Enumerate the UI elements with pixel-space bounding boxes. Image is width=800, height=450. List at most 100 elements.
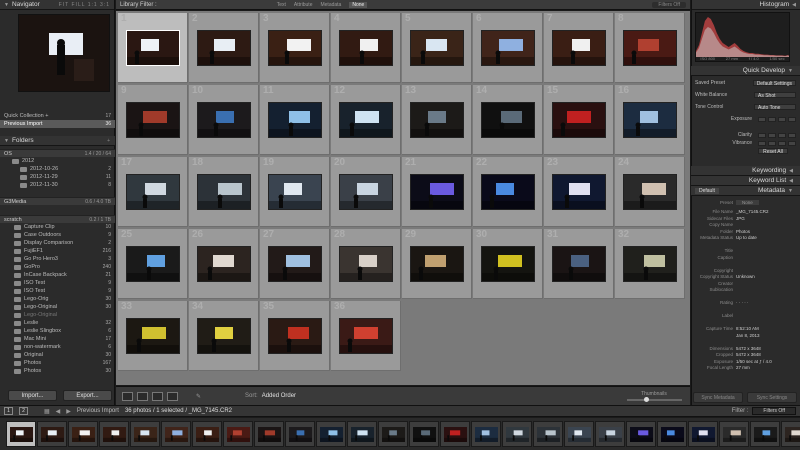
export-button[interactable]: Export... — [63, 390, 112, 401]
grid-cell[interactable]: 27 — [260, 229, 330, 299]
filmstrip-thumbnail[interactable] — [754, 427, 777, 442]
filmstrip-thumbnail[interactable] — [785, 427, 800, 442]
metadata-header[interactable]: Default Metadata ▼ — [691, 186, 800, 196]
keywording-header[interactable]: Keywording ◀ — [691, 166, 800, 176]
metadata-value[interactable]: 5472 x 3648 — [736, 346, 761, 351]
quick-develop-header[interactable]: Quick Develop ▼ — [691, 66, 800, 76]
grid-cell[interactable]: 17 — [118, 157, 188, 227]
grid-cell[interactable]: 19 — [260, 157, 330, 227]
folder-row[interactable]: Lego-Original — [0, 311, 115, 319]
survey-view-icon[interactable] — [167, 391, 178, 401]
histogram-header[interactable]: Histogram ◀ — [692, 0, 800, 10]
metadata-value[interactable]: Jan 8, 2013 — [736, 333, 760, 338]
filmstrip-thumbnail[interactable] — [599, 427, 622, 442]
grid-cell[interactable]: 32 — [615, 229, 685, 299]
photo-thumbnail[interactable] — [268, 30, 322, 66]
folder-row[interactable]: Capture Clip 10 — [0, 223, 115, 231]
grid-cell[interactable]: 12 — [331, 85, 401, 155]
filter-option-text[interactable]: Text — [277, 2, 286, 8]
keyword-list-header[interactable]: Keyword List ◀ — [691, 176, 800, 186]
filmstrip-thumbnail[interactable] — [41, 427, 64, 442]
folder-row[interactable]: Go Pro Hero3 3 — [0, 255, 115, 263]
grid-cell[interactable]: 30 — [473, 229, 543, 299]
white-balance-dropdown[interactable]: As Shot — [754, 92, 796, 99]
photo-thumbnail[interactable] — [268, 318, 322, 354]
filmstrip-thumbnail[interactable] — [506, 427, 529, 442]
quick-collection-row[interactable]: Quick Collection + 17 — [0, 112, 115, 120]
metadata-value[interactable]: Up to date — [736, 235, 757, 240]
photo-thumbnail[interactable] — [126, 30, 180, 66]
folder-row[interactable]: Photos 30 — [0, 367, 115, 375]
metadata-value[interactable]: 5472 x 3648 — [736, 352, 761, 357]
grid-cell[interactable]: 21 — [402, 157, 472, 227]
grid-cell[interactable]: 36 — [331, 301, 401, 371]
photo-thumbnail[interactable] — [481, 102, 535, 138]
metadata-value[interactable]: 27 mm — [736, 365, 750, 370]
navigator-header[interactable]: ▼ Navigator FIT FILL 1:1 3:1 — [0, 0, 114, 10]
grid-cell[interactable]: 15 — [544, 85, 614, 155]
import-button[interactable]: Import... — [8, 390, 57, 401]
filmstrip-cell[interactable] — [37, 421, 67, 447]
filmstrip-cell[interactable] — [130, 421, 160, 447]
folder-row[interactable]: Lego-Original 30 — [0, 303, 115, 311]
grid-icon[interactable]: ▦ — [44, 408, 50, 415]
painter-icon[interactable]: ✎ — [196, 393, 201, 400]
folder-row[interactable]: 2012-10-26 2 — [0, 165, 115, 173]
photo-thumbnail[interactable] — [339, 174, 393, 210]
filmstrip-thumbnail[interactable] — [661, 427, 684, 442]
filmstrip-thumbnail[interactable] — [382, 427, 405, 442]
filmstrip-thumbnail[interactable] — [537, 427, 560, 442]
volume-os[interactable]: OS 1.4 / 20 / 64 — [0, 149, 115, 157]
navigator-zoom-options[interactable]: FIT FILL 1:1 3:1 — [59, 2, 110, 8]
filmstrip-cell[interactable] — [99, 421, 129, 447]
photo-thumbnail[interactable] — [623, 30, 677, 66]
folder-row[interactable]: Case Outdoors 9 — [0, 231, 115, 239]
grid-cell[interactable]: 1 — [118, 13, 188, 83]
sort-dropdown[interactable]: Added Order — [262, 393, 296, 399]
vibrance-buttons[interactable] — [758, 140, 796, 146]
filter-option-attribute[interactable]: Attribute — [294, 2, 313, 8]
filmstrip-cell[interactable] — [502, 421, 532, 447]
grid-cell[interactable]: 5 — [402, 13, 472, 83]
filmstrip-thumbnail[interactable] — [103, 427, 126, 442]
folder-row[interactable]: ISO Test 9 — [0, 287, 115, 295]
grid-cell[interactable]: 33 — [118, 301, 188, 371]
filmstrip-thumbnail[interactable] — [10, 427, 33, 442]
grid-cell[interactable]: 18 — [189, 157, 259, 227]
photo-thumbnail[interactable] — [481, 246, 535, 282]
grid-cell[interactable]: 22 — [473, 157, 543, 227]
folder-row[interactable]: 2012-11-30 8 — [0, 181, 115, 189]
filmstrip-thumbnail[interactable] — [320, 427, 343, 442]
folder-row[interactable]: Original 30 — [0, 351, 115, 359]
second-window-button[interactable]: 2 — [19, 407, 28, 415]
grid-cell[interactable]: 8 — [615, 13, 685, 83]
grid-cell[interactable]: 7 — [544, 13, 614, 83]
exposure-buttons[interactable] — [758, 116, 796, 122]
filmstrip-thumbnail[interactable] — [568, 427, 591, 442]
folder-row[interactable]: Lego-Orig 30 — [0, 295, 115, 303]
filmstrip-thumbnail[interactable] — [351, 427, 374, 442]
photo-thumbnail[interactable] — [552, 246, 606, 282]
metadata-value[interactable]: _MG_7145.CR2 — [736, 209, 769, 214]
volume-g3media[interactable]: G3Media 0.6 / 4.0 TB — [0, 197, 115, 205]
sync-settings-button[interactable]: Sync Settings — [747, 392, 797, 403]
reset-all-button[interactable]: Reset All — [758, 148, 788, 155]
filter-preset-dropdown[interactable]: Filters Off — [652, 1, 686, 8]
grid-cell[interactable]: 26 — [189, 229, 259, 299]
forward-arrow-icon[interactable]: ▶ — [66, 408, 71, 415]
photo-thumbnail[interactable] — [623, 246, 677, 282]
folder-row[interactable]: ISO Test 9 — [0, 279, 115, 287]
metadata-value[interactable]: 1/50 sec at ƒ / 4.0 — [736, 359, 772, 364]
metadata-preset-dropdown[interactable]: None — [736, 199, 759, 205]
saved-preset-dropdown[interactable]: Default Settings — [752, 80, 796, 87]
photo-thumbnail[interactable] — [339, 318, 393, 354]
filmstrip-cell[interactable] — [409, 421, 439, 447]
folder-row[interactable]: Mac Mini 17 — [0, 335, 115, 343]
folder-row[interactable]: Display Comparison 2 — [0, 239, 115, 247]
folder-row[interactable]: Leslie 32 — [0, 319, 115, 327]
filmstrip-thumbnail[interactable] — [289, 427, 312, 442]
photo-thumbnail[interactable] — [197, 174, 251, 210]
filmstrip-cell[interactable] — [6, 421, 36, 447]
photo-thumbnail[interactable] — [481, 174, 535, 210]
grid-cell[interactable]: 13 — [402, 85, 472, 155]
